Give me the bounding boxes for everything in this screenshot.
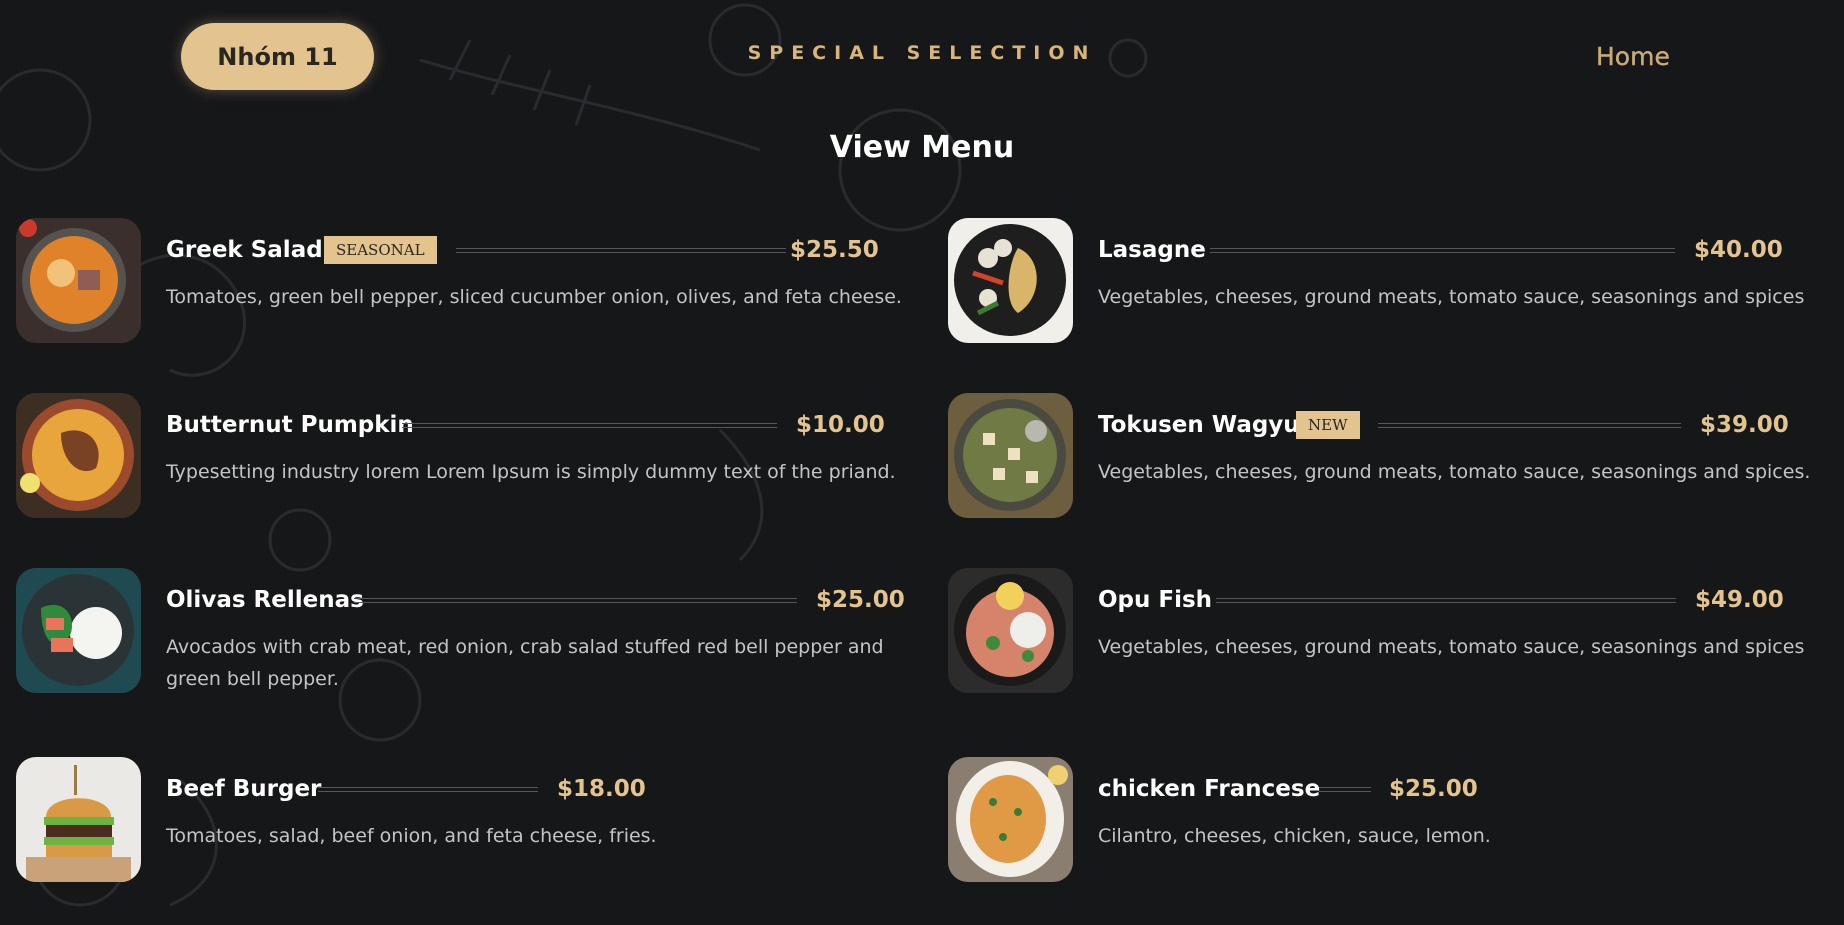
leader-line <box>456 248 786 253</box>
item-description: Avocados with crab meat, red onion, crab… <box>166 636 884 690</box>
item-description: Vegetables, cheeses, ground meats, tomat… <box>1098 636 1805 658</box>
item-name: Beef Burger <box>166 776 322 802</box>
item-description: Tomatoes, green bell pepper, sliced cucu… <box>166 286 902 308</box>
leader-line <box>402 423 777 428</box>
menu-item-olivas-rellenas[interactable]: Olivas Rellenas $25.00 Avocados with cra… <box>16 568 916 698</box>
item-name: Opu Fish <box>1098 587 1213 613</box>
food-image <box>948 568 1073 693</box>
leader-line <box>318 787 538 792</box>
item-price: $40.00 <box>1694 237 1783 263</box>
menu-item-butternut-pumpkin[interactable]: Butternut Pumpkin $10.00 Typesetting ind… <box>16 393 916 523</box>
item-name: Greek Salad <box>166 237 323 263</box>
item-description: Cilantro, cheeses, chicken, sauce, lemon… <box>1098 825 1491 847</box>
item-name: Butternut Pumpkin <box>166 412 414 438</box>
page-title: View Menu <box>829 130 1015 165</box>
item-price: $49.00 <box>1695 587 1784 613</box>
food-image <box>16 218 141 343</box>
item-price: $18.00 <box>557 776 646 802</box>
food-image <box>948 393 1073 518</box>
menu-item-lasagne[interactable]: Lasagne $40.00 Vegetables, cheeses, grou… <box>948 218 1828 348</box>
leader-line <box>1378 423 1681 428</box>
leader-line <box>1210 248 1675 253</box>
food-image <box>16 757 141 882</box>
item-price: $25.00 <box>816 587 905 613</box>
food-image <box>16 393 141 518</box>
menu-item-opu-fish[interactable]: Opu Fish $49.00 Vegetables, cheeses, gro… <box>948 568 1828 698</box>
item-price: $10.00 <box>796 412 885 438</box>
leader-line <box>354 598 797 603</box>
menu-item-chicken-francese[interactable]: chicken Francese $25.00 Cilantro, cheese… <box>948 757 1828 887</box>
item-price: $25.00 <box>1389 776 1478 802</box>
food-image <box>16 568 141 693</box>
item-price: $25.50 <box>790 237 879 263</box>
item-name: chicken Francese <box>1098 776 1321 802</box>
menu-item-greek-salad[interactable]: Greek Salad SEASONAL $25.50 Tomatoes, gr… <box>16 218 916 348</box>
menu-item-tokusen-wagyu[interactable]: Tokusen Wagyu NEW $39.00 Vegetables, che… <box>948 393 1828 523</box>
new-badge: NEW <box>1296 411 1360 439</box>
item-description: Vegetables, cheeses, ground meats, tomat… <box>1098 461 1811 483</box>
seasonal-badge: SEASONAL <box>324 236 437 264</box>
item-name: Olivas Rellenas <box>166 587 364 613</box>
food-image <box>948 757 1073 882</box>
item-description: Vegetables, cheeses, ground meats, tomat… <box>1098 286 1805 308</box>
item-description: Tomatoes, salad, beef onion, and feta ch… <box>166 825 657 847</box>
item-price: $39.00 <box>1700 412 1789 438</box>
home-link[interactable]: Home <box>1596 42 1670 71</box>
menu-item-beef-burger[interactable]: Beef Burger $18.00 Tomatoes, salad, beef… <box>16 757 916 887</box>
item-name: Lasagne <box>1098 237 1206 263</box>
food-image <box>948 218 1073 343</box>
leader-line <box>1319 787 1371 792</box>
item-description: Typesetting industry lorem Lorem Ipsum i… <box>166 461 896 483</box>
item-name: Tokusen Wagyu <box>1098 412 1300 438</box>
leader-line <box>1216 598 1676 603</box>
special-selection-label: SPECIAL SELECTION <box>747 42 1097 64</box>
